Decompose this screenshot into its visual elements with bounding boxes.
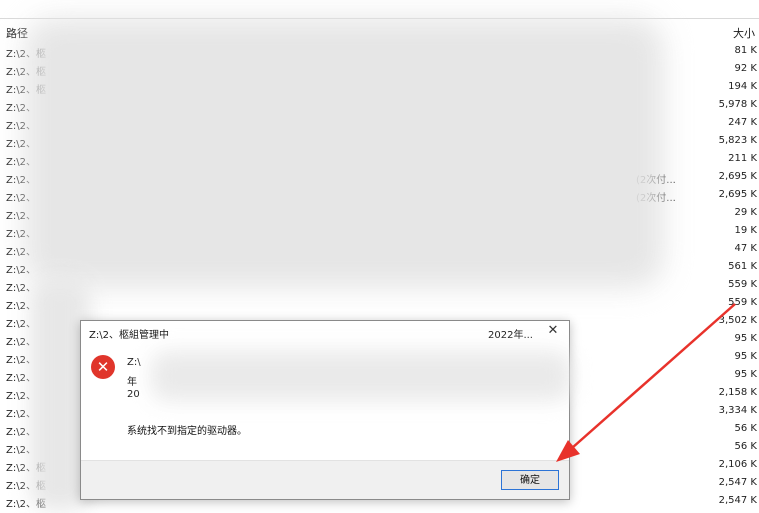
dialog-message: 系统找不到指定的驱动器。 [127, 426, 247, 437]
row-size: 92 K [734, 63, 757, 74]
row-size: 5,978 K [718, 99, 757, 110]
row-size: 95 K [734, 333, 757, 344]
row-size: 29 K [734, 207, 757, 218]
redaction-blur [24, 18, 664, 288]
table-row[interactable]: Z:\2、 559 K [0, 294, 759, 312]
row-size: 2,106 K [718, 459, 757, 470]
column-header-size[interactable]: 大小 [733, 25, 757, 41]
row-size: 2,695 K [718, 189, 757, 200]
row-size: 2,695 K [718, 171, 757, 182]
toolbar-strip [0, 0, 759, 19]
ok-button[interactable]: 确定 [501, 470, 559, 490]
row-size: 561 K [728, 261, 757, 272]
dialog-footer: 确定 [81, 460, 569, 499]
close-icon[interactable]: ✕ [545, 323, 561, 339]
row-size: 559 K [728, 279, 757, 290]
row-size: 247 K [728, 117, 757, 128]
row-size: 95 K [734, 369, 757, 380]
redaction-blur [151, 351, 571, 401]
dialog-title-suffix: 2022年... [488, 330, 533, 341]
row-size: 95 K [734, 351, 757, 362]
row-size: 56 K [734, 441, 757, 452]
row-size: 19 K [734, 225, 757, 236]
error-dialog: Z:\2、柩組管理中 2022年... ✕ ✕ Z:\ 年 20 系统找不到指定… [80, 320, 571, 500]
row-size: 211 K [728, 153, 757, 164]
dialog-title: Z:\2、柩組管理中 [89, 330, 169, 341]
row-size: 2,547 K [718, 495, 757, 506]
row-size: 2,547 K [718, 477, 757, 488]
row-size: 47 K [734, 243, 757, 254]
row-size: 81 K [734, 45, 757, 56]
dialog-path-line: Z:\ [127, 357, 141, 368]
row-size: 2,158 K [718, 387, 757, 398]
row-size: 559 K [728, 297, 757, 308]
dialog-path-line: 20 [127, 389, 140, 400]
row-size: 194 K [728, 81, 757, 92]
row-size: 3,502 K [718, 315, 757, 326]
error-icon: ✕ [91, 355, 115, 379]
row-size: 56 K [734, 423, 757, 434]
row-size: 3,334 K [718, 405, 757, 416]
row-size: 5,823 K [718, 135, 757, 146]
dialog-path-line: 年 [127, 377, 137, 388]
